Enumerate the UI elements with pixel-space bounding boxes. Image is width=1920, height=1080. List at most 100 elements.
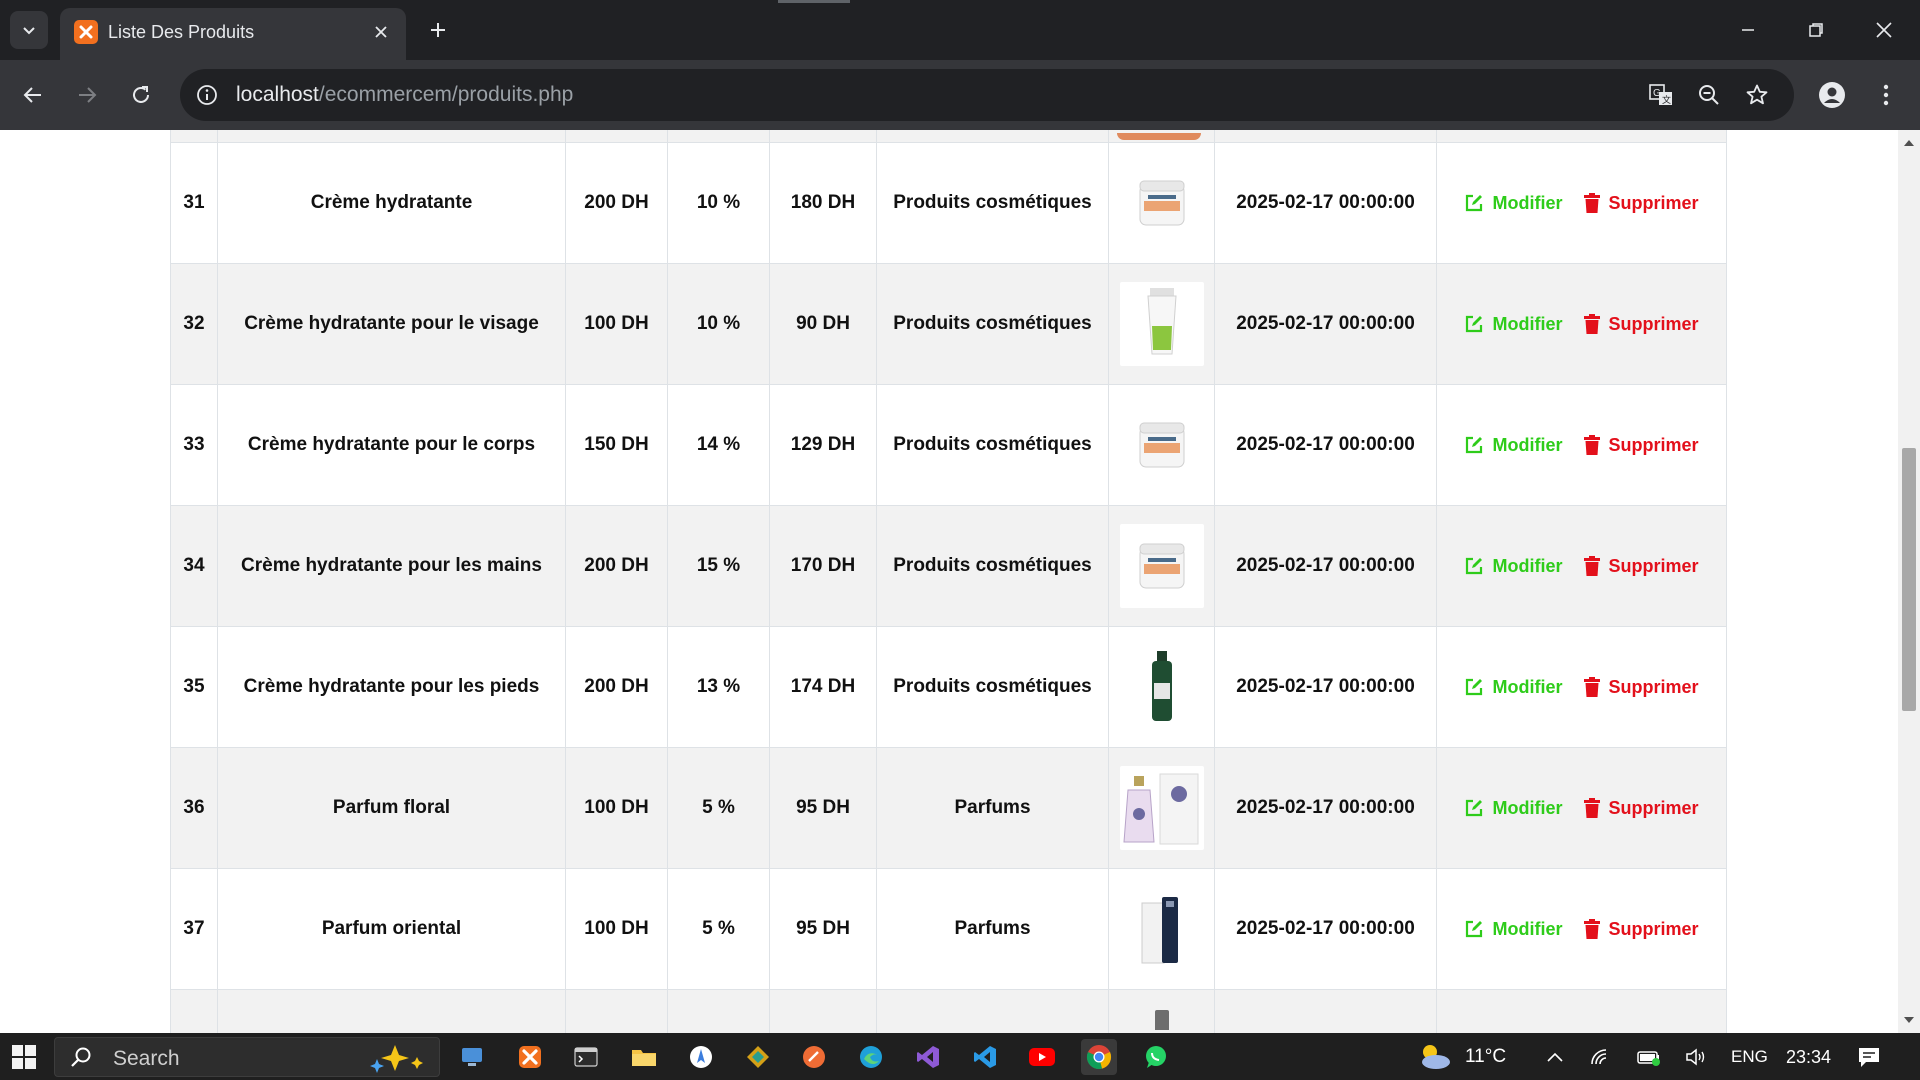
product-image-partial	[1154, 1010, 1169, 1030]
weather-temperature: 11°C	[1465, 1046, 1507, 1067]
product-image-partial	[1117, 133, 1201, 140]
taskbar-app-7[interactable]	[796, 1039, 832, 1075]
tab-search-button[interactable]	[10, 11, 48, 49]
notification-icon	[1859, 1048, 1879, 1067]
volume-button[interactable]	[1683, 1045, 1709, 1069]
edit-label: Modifier	[1492, 434, 1563, 455]
delete-link[interactable]: Supprimer	[1584, 435, 1699, 456]
table-cell	[667, 130, 770, 143]
edit-link[interactable]: Modifier	[1464, 919, 1562, 940]
taskbar-vscode[interactable]	[967, 1039, 1003, 1075]
table-row: 37 Parfum oriental 100 DH 5 % 95 DH Parfums 20…	[170, 868, 1727, 990]
table-cell	[217, 989, 566, 1033]
scrollbar-thumb[interactable]	[1902, 448, 1916, 711]
edit-link[interactable]: Modifier	[1464, 314, 1562, 335]
product-final-price: 174 DH	[769, 626, 877, 748]
product-id: 37	[170, 868, 218, 990]
zoom-out-icon	[1699, 85, 1719, 105]
taskbar-file-explorer[interactable]	[626, 1039, 662, 1075]
product-category: Parfums	[876, 868, 1109, 990]
product-name: Crème hydratante pour le visage	[217, 263, 566, 385]
reload-button[interactable]	[121, 75, 161, 115]
table-row: 33 Crème hydratante pour le corps 150 DH 14…	[170, 384, 1727, 506]
site-info-icon[interactable]	[194, 82, 220, 108]
edit-icon	[1466, 315, 1483, 333]
delete-label: Supprimer	[1608, 676, 1699, 697]
new-tab-button[interactable]	[424, 16, 452, 44]
taskbar-youtube[interactable]	[1024, 1039, 1060, 1075]
xampp-icon	[519, 1046, 541, 1068]
visual-studio-icon	[917, 1046, 939, 1068]
page-scrollbar[interactable]	[1898, 130, 1920, 1033]
taskbar-chrome[interactable]	[1081, 1039, 1117, 1075]
notifications-button[interactable]	[1856, 1045, 1882, 1069]
delete-link[interactable]: Supprimer	[1584, 798, 1699, 819]
product-date: 2025-02-17 00:00:00	[1214, 505, 1437, 627]
product-discount: 10 %	[667, 142, 770, 264]
product-category: Produits cosmétiques	[876, 142, 1109, 264]
system-clock[interactable]: 23:34	[1786, 1047, 1831, 1068]
edit-link[interactable]: Modifier	[1464, 677, 1562, 698]
bookmark-button[interactable]	[1743, 81, 1771, 109]
edit-icon	[1466, 436, 1483, 454]
product-image	[1119, 282, 1204, 366]
taskbar-terminal[interactable]	[568, 1039, 604, 1075]
taskbar-app-6[interactable]	[740, 1039, 776, 1075]
taskbar-xampp[interactable]	[512, 1039, 548, 1075]
product-actions: Modifier Supprimer	[1436, 626, 1727, 748]
taskbar-visual-studio[interactable]	[910, 1039, 946, 1075]
delete-link[interactable]: Supprimer	[1584, 676, 1699, 698]
table-cell	[876, 989, 1109, 1033]
table-cell	[1436, 989, 1727, 1033]
address-bar[interactable]: localhost/ecommercem/produits.php G文	[180, 69, 1794, 121]
restore-button[interactable]	[1796, 10, 1836, 50]
product-date: 2025-02-17 00:00:00	[1214, 263, 1437, 385]
product-final-price: 95 DH	[769, 747, 877, 869]
scroll-up-icon[interactable]	[1903, 138, 1915, 148]
delete-link[interactable]: Supprimer	[1584, 556, 1699, 577]
taskbar-edge[interactable]	[853, 1039, 889, 1075]
browser-tab-active[interactable]: Liste Des Produits	[60, 8, 406, 60]
table-cell	[1214, 130, 1437, 143]
product-id: 35	[170, 626, 218, 748]
tab-close-button[interactable]	[370, 21, 392, 43]
table-row: 32 Crème hydratante pour le visage 100 DH 1…	[170, 263, 1727, 385]
battery-charging-icon	[1637, 1051, 1660, 1066]
back-button[interactable]	[13, 75, 53, 115]
translate-button[interactable]: G文	[1647, 81, 1675, 109]
edit-link[interactable]: Modifier	[1464, 435, 1562, 456]
zoom-button[interactable]	[1695, 81, 1723, 109]
input-language[interactable]: ENG	[1731, 1047, 1768, 1067]
account-icon	[1819, 82, 1845, 108]
taskbar-app-5[interactable]	[683, 1039, 719, 1075]
delete-link[interactable]: Supprimer	[1584, 919, 1699, 940]
taskbar-whatsapp[interactable]	[1138, 1039, 1174, 1075]
edit-link[interactable]: Modifier	[1464, 798, 1562, 819]
browser-menu-button[interactable]	[1868, 75, 1904, 115]
network-button[interactable]	[1588, 1045, 1614, 1069]
window-close-button[interactable]	[1864, 10, 1904, 50]
delete-link[interactable]: Supprimer	[1584, 193, 1699, 214]
table-row: 36 Parfum floral 100 DH 5 % 95 DH Parfums 2025…	[170, 747, 1727, 869]
battery-button[interactable]	[1636, 1045, 1662, 1069]
product-image	[1119, 161, 1204, 245]
browser-toolbar: localhost/ecommercem/produits.php G文	[0, 60, 1920, 130]
url-text[interactable]: localhost/ecommercem/produits.php	[236, 83, 573, 107]
scroll-down-icon[interactable]	[1903, 1015, 1915, 1025]
taskbar-app-1[interactable]	[454, 1039, 490, 1075]
chevron-up-icon	[1547, 1052, 1563, 1062]
table-cell	[217, 130, 566, 143]
weather-button[interactable]	[1414, 1045, 1454, 1069]
show-hidden-icons-button[interactable]	[1542, 1045, 1568, 1069]
vscode-icon	[974, 1046, 996, 1068]
product-image-cell	[1108, 384, 1215, 506]
taskbar-search[interactable]: Search	[54, 1037, 440, 1077]
edit-link[interactable]: Modifier	[1464, 556, 1562, 577]
edit-link[interactable]: Modifier	[1464, 193, 1562, 214]
table-cell	[565, 989, 668, 1033]
start-button[interactable]	[12, 1045, 36, 1069]
forward-button[interactable]	[67, 75, 107, 115]
minimize-button[interactable]	[1728, 10, 1768, 50]
delete-link[interactable]: Supprimer	[1584, 314, 1699, 335]
profile-button[interactable]	[1812, 75, 1852, 115]
